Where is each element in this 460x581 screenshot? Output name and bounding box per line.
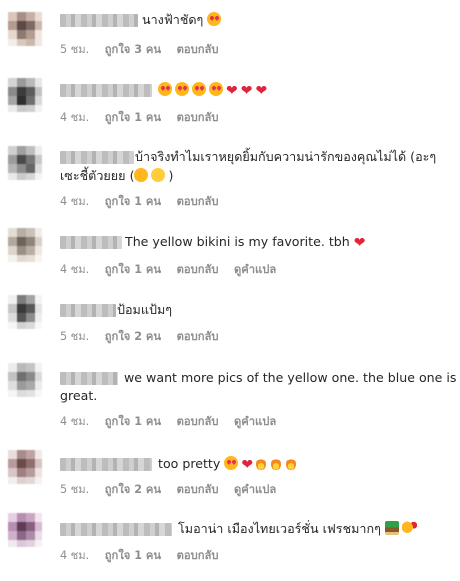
comment-text: The yellow bikini is my favorite. tbh ❤ bbox=[125, 234, 366, 251]
comment-meta: 4 ชม. ถูกใจ 1 คน ตอบกลับ bbox=[60, 546, 230, 564]
comment-meta: 5 ชม. ถูกใจ 3 คน ตอบกลับ bbox=[60, 40, 230, 58]
red-heart-emoji: ❤ bbox=[255, 83, 268, 99]
username-blurred[interactable] bbox=[60, 372, 118, 385]
likes-count[interactable]: ถูกใจ 1 คน bbox=[105, 263, 161, 276]
translate-button[interactable]: ดูคำแปล bbox=[234, 415, 276, 428]
comment-time: 5 ชม. bbox=[60, 330, 90, 343]
username-blurred[interactable] bbox=[60, 458, 152, 471]
avatar[interactable] bbox=[8, 295, 42, 329]
translate-button[interactable]: ดูคำแปล bbox=[234, 483, 276, 496]
kissing-emoji bbox=[134, 168, 149, 182]
heart-eyes-emoji bbox=[224, 456, 239, 470]
avatar[interactable] bbox=[8, 78, 42, 112]
reply-button[interactable]: ตอบกลับ bbox=[177, 263, 219, 276]
username-blurred[interactable] bbox=[60, 523, 172, 536]
comment-time: 5 ชม. bbox=[60, 43, 90, 56]
reply-button[interactable]: ตอบกลับ bbox=[177, 549, 219, 562]
reply-button[interactable]: ตอบกลับ bbox=[177, 483, 219, 496]
fire-emoji bbox=[271, 457, 282, 470]
username-blurred[interactable] bbox=[60, 151, 134, 164]
fire-emoji bbox=[286, 457, 297, 470]
avatar[interactable] bbox=[8, 513, 42, 547]
likes-count[interactable]: ถูกใจ 1 คน bbox=[105, 111, 161, 124]
smiling-face-with-hearts-emoji bbox=[401, 521, 417, 535]
likes-count[interactable]: ถูกใจ 3 คน bbox=[105, 43, 161, 56]
avatar[interactable] bbox=[8, 228, 42, 262]
red-heart-emoji: ❤ bbox=[226, 83, 238, 99]
comment-text-line2: เซะชี้ตัวยยย () bbox=[60, 168, 174, 183]
heart-eyes-emoji bbox=[192, 82, 206, 96]
likes-count[interactable]: ถูกใจ 2 คน bbox=[105, 330, 161, 343]
heart-eyes-emoji bbox=[175, 82, 189, 96]
reply-button[interactable]: ตอบกลับ bbox=[177, 195, 219, 208]
username-blurred[interactable] bbox=[60, 304, 116, 317]
username-blurred[interactable] bbox=[60, 84, 152, 97]
avatar[interactable] bbox=[8, 363, 42, 397]
heart-eyes-emoji bbox=[209, 82, 223, 96]
comment-time: 5 ชม. bbox=[60, 483, 90, 496]
comment-meta: 4 ชม. ถูกใจ 1 คน ตอบกลับ ดูคำแปล bbox=[60, 260, 288, 278]
reply-button[interactable]: ตอบกลับ bbox=[177, 111, 219, 124]
comment-time: 4 ชม. bbox=[60, 263, 90, 276]
comment-meta: 5 ชม. ถูกใจ 2 คน ตอบกลับ ดูคำแปล bbox=[60, 480, 288, 498]
comment-time: 4 ชม. bbox=[60, 111, 90, 124]
comment-meta: 5 ชม. ถูกใจ 2 คน ตอบกลับ bbox=[60, 327, 230, 345]
reply-button[interactable]: ตอบกลับ bbox=[177, 43, 219, 56]
comment-meta: 4 ชม. ถูกใจ 1 คน ตอบกลับ bbox=[60, 108, 230, 126]
red-heart-emoji: ❤ bbox=[353, 235, 366, 251]
comment-time: 4 ชม. bbox=[60, 415, 90, 428]
comment-time: 4 ชม. bbox=[60, 195, 90, 208]
avatar[interactable] bbox=[8, 146, 42, 180]
comment-text-line2: great. bbox=[60, 388, 98, 403]
likes-count[interactable]: ถูกใจ 1 คน bbox=[105, 195, 161, 208]
likes-count[interactable]: ถูกใจ 2 คน bbox=[105, 483, 161, 496]
comment-text: บ้าจริงทำไมเราหยุดยิ้มกับความน่ารักของคุ… bbox=[135, 149, 437, 164]
avatar[interactable] bbox=[8, 12, 42, 46]
comment-text: นางฟ้าชัดๆ bbox=[142, 10, 224, 30]
comment-text: ❤ ❤ ❤ bbox=[158, 80, 270, 101]
red-heart-emoji: ❤ bbox=[241, 457, 254, 473]
desert-island-emoji bbox=[384, 521, 399, 535]
username-blurred[interactable] bbox=[60, 14, 138, 27]
avatar[interactable] bbox=[8, 450, 42, 484]
translate-button[interactable]: ดูคำแปล bbox=[234, 263, 276, 276]
username-blurred[interactable] bbox=[60, 236, 122, 249]
smirk-emoji bbox=[151, 168, 166, 182]
likes-count[interactable]: ถูกใจ 1 คน bbox=[105, 549, 161, 562]
reply-button[interactable]: ตอบกลับ bbox=[177, 415, 219, 428]
comment-meta: 4 ชม. ถูกใจ 1 คน ตอบกลับ ดูคำแปล bbox=[60, 412, 288, 430]
heart-eyes-emoji bbox=[158, 82, 172, 96]
comment-text: ป้อมแป้มๆ bbox=[117, 302, 173, 317]
reply-button[interactable]: ตอบกลับ bbox=[177, 330, 219, 343]
comment-time: 4 ชม. bbox=[60, 549, 90, 562]
red-heart-emoji: ❤ bbox=[240, 83, 253, 99]
comment-text: โมอาน่า เมืองไทยเวอร์ชั่น เฟรชมากๆ bbox=[178, 519, 417, 539]
comment-text: too pretty ❤ bbox=[158, 454, 301, 475]
comment-text: we want more pics of the yellow one. the… bbox=[124, 370, 457, 385]
heart-eyes-emoji bbox=[207, 12, 222, 26]
comment-meta: 4 ชม. ถูกใจ 1 คน ตอบกลับ bbox=[60, 192, 230, 210]
fire-emoji bbox=[256, 457, 267, 470]
likes-count[interactable]: ถูกใจ 1 คน bbox=[105, 415, 161, 428]
